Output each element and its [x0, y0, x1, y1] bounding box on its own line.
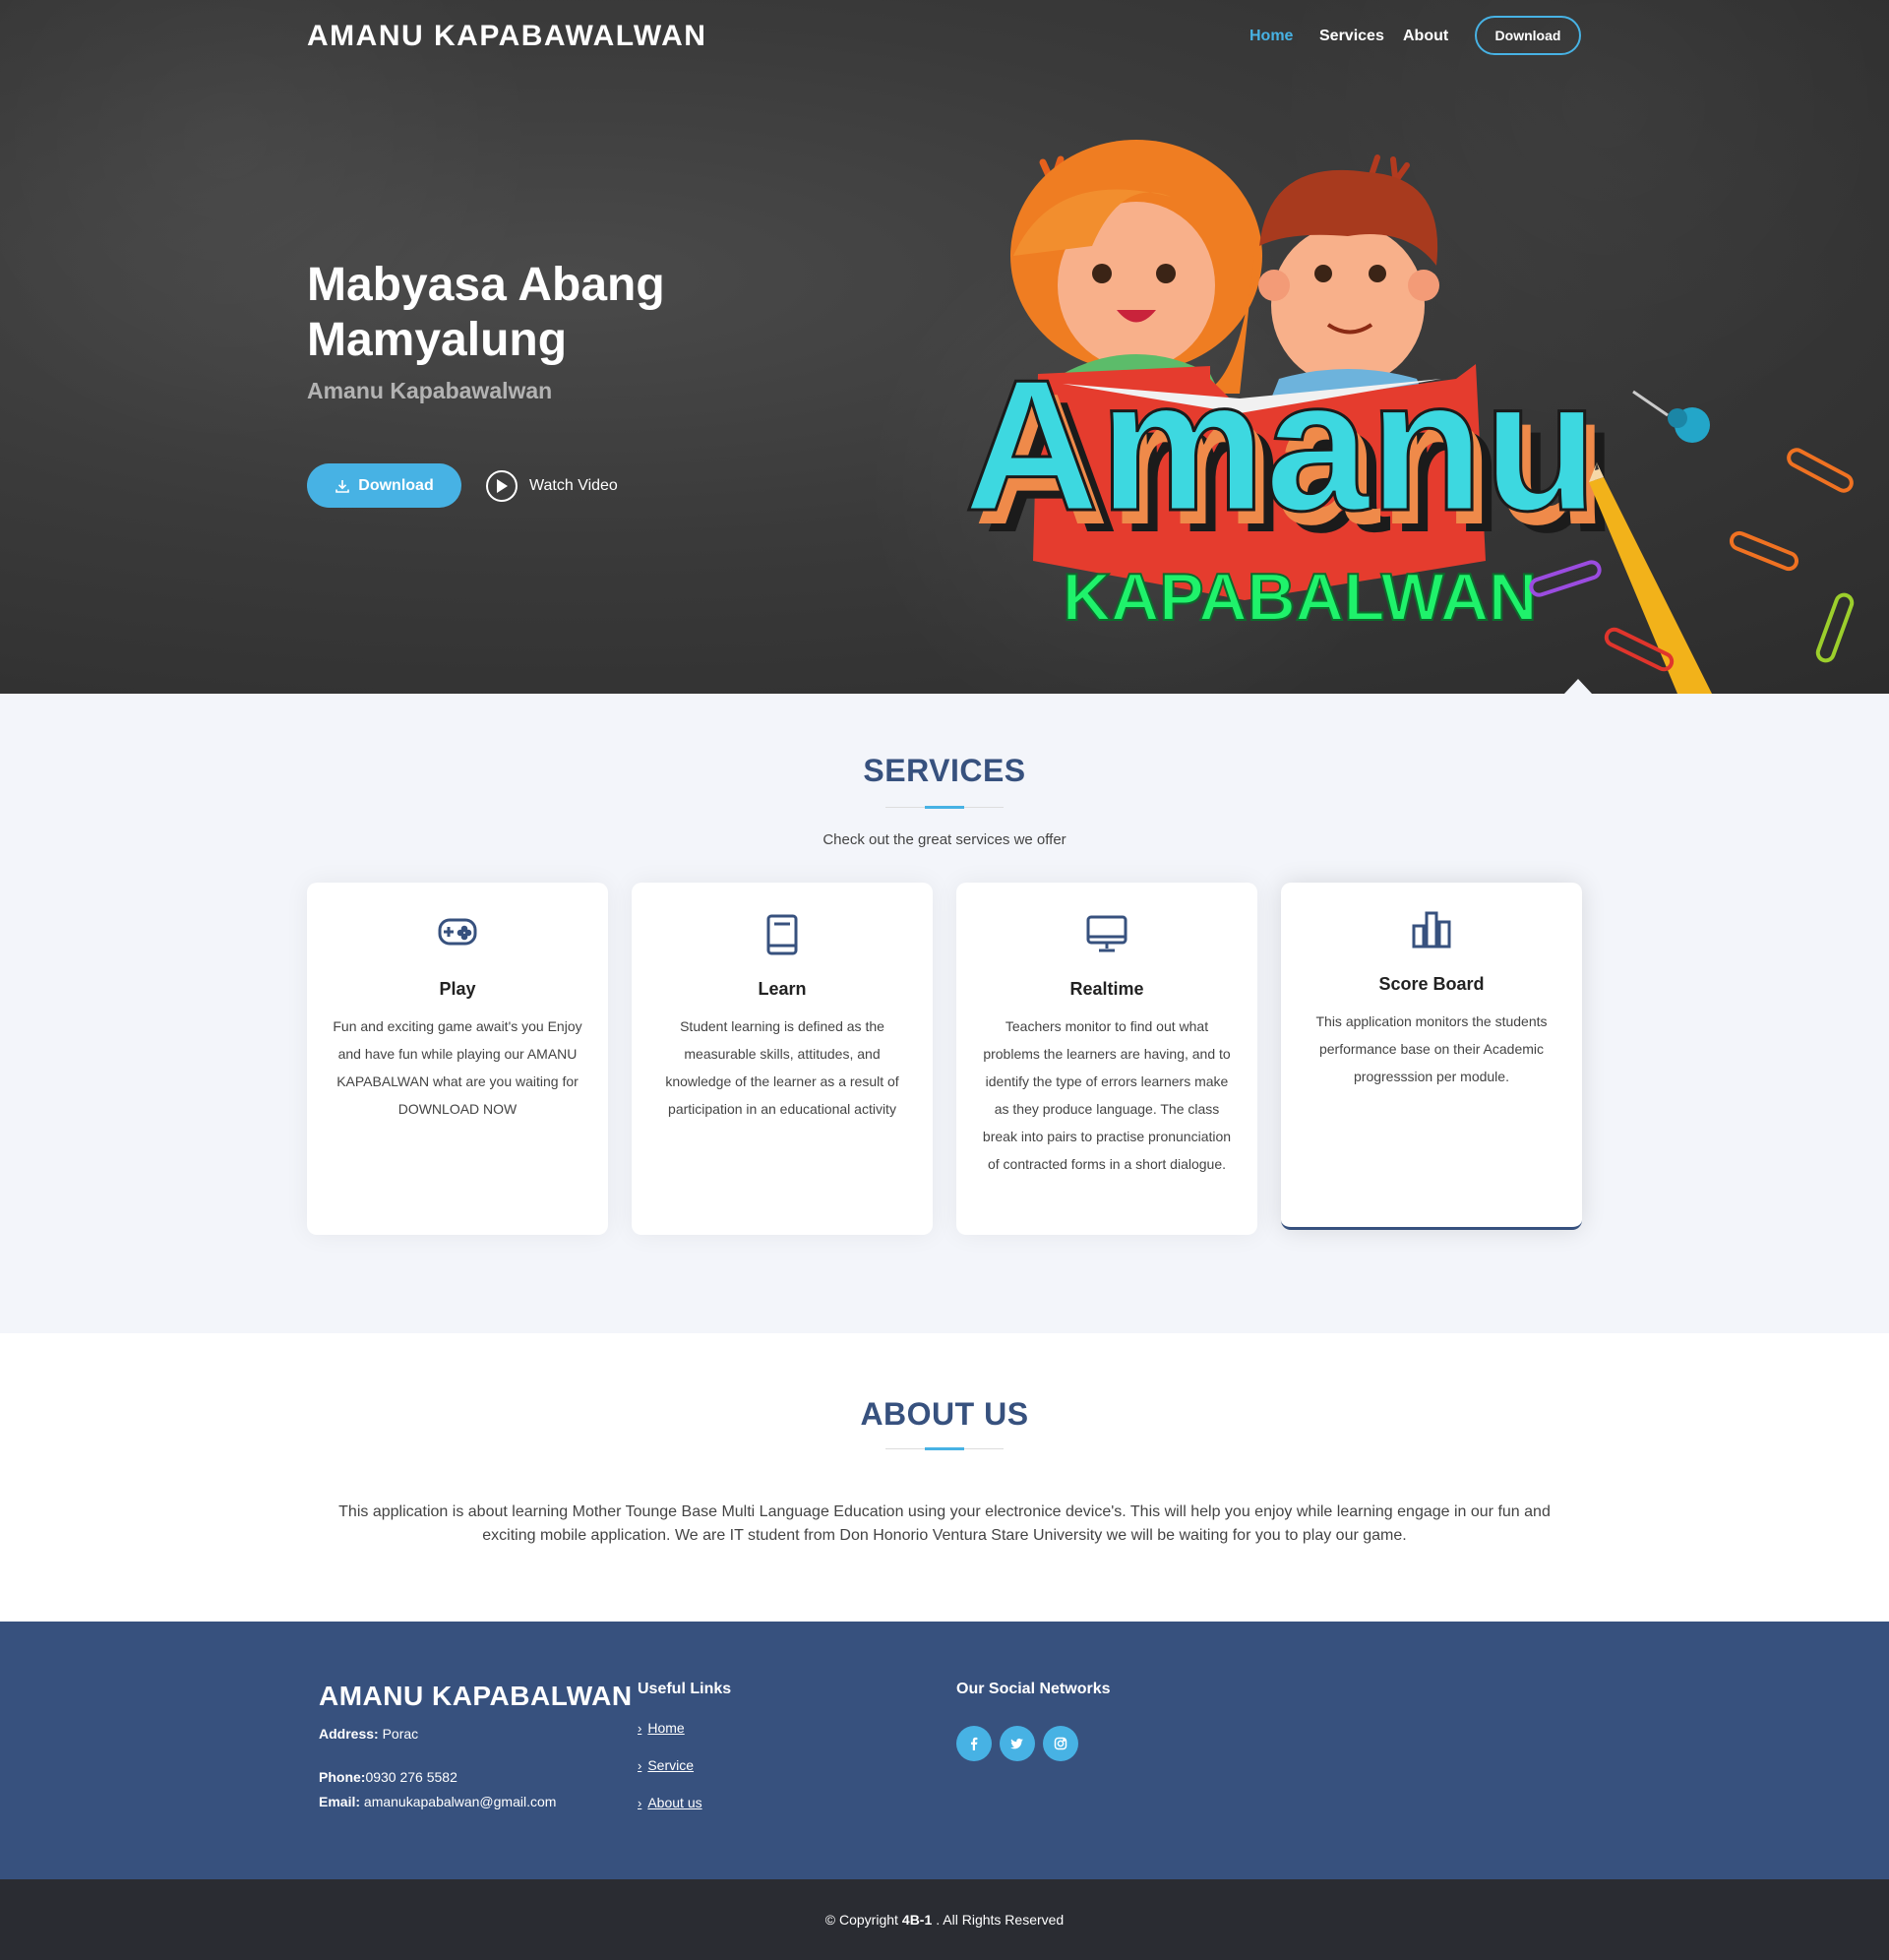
hero-download-button[interactable]: Download	[307, 463, 461, 508]
footer-email: Email: amanukapabalwan@gmail.com	[319, 1794, 556, 1809]
about-text: This application is about learning Mothe…	[338, 1503, 1551, 1544]
footer-address-value: Porac	[382, 1726, 419, 1742]
service-card-text: Fun and exciting game await's you Enjoy …	[333, 1018, 582, 1117]
watch-video-button[interactable]: Watch Video	[486, 469, 618, 503]
watch-video-label: Watch Video	[529, 477, 618, 494]
service-card-title: Realtime	[1069, 979, 1144, 999]
footer-email-label: Email:	[319, 1794, 361, 1809]
footer-link-label: Service	[647, 1757, 695, 1773]
hero-notch	[1564, 679, 1592, 694]
logo-sub-text: KAPABALWAN	[1063, 560, 1537, 635]
facebook-button[interactable]	[956, 1726, 992, 1761]
pencil-illustration	[1589, 462, 1712, 694]
chevron-right-icon: ›	[638, 1757, 642, 1773]
footer: AMANU KAPABALWAN Address: Porac Phone:09…	[0, 1622, 1889, 1879]
gamepad-icon	[438, 918, 477, 946]
nav-services-link[interactable]: Services	[1319, 28, 1384, 45]
paperclip-icon	[1815, 592, 1855, 663]
service-card-text: This application monitors the students p…	[1315, 1013, 1548, 1084]
footer-link-about[interactable]: › About us	[638, 1795, 702, 1810]
logo-main-text: Amanu	[964, 341, 1598, 550]
monitor-icon	[1086, 915, 1127, 952]
useful-links-heading: Useful Links	[638, 1681, 732, 1697]
hero-download-label: Download	[358, 476, 434, 494]
copyright-prefix: © Copyright	[824, 1912, 898, 1928]
services-description: Check out the great services we offer	[823, 831, 1066, 848]
service-card-score-board[interactable]: Score Board This application monitors th…	[1281, 883, 1582, 1230]
service-card-realtime[interactable]: Realtime Teachers monitor to find out wh…	[956, 883, 1257, 1235]
footer-phone-label: Phone:	[319, 1769, 366, 1785]
hero-subtitle: Amanu Kapabawalwan	[307, 378, 553, 403]
download-icon	[335, 479, 350, 493]
about-section: ABOUT US This application is about learn…	[0, 1333, 1889, 1622]
about-title-underline	[885, 1447, 1004, 1450]
footer-phone: Phone:0930 276 5582	[319, 1769, 457, 1785]
footer-brand: AMANU KAPABALWAN	[319, 1681, 633, 1711]
service-card-text: Teachers monitor to find out what proble…	[982, 1018, 1232, 1172]
play-icon	[486, 470, 518, 502]
twitter-button[interactable]	[1000, 1726, 1035, 1761]
service-card-title: Learn	[758, 979, 807, 999]
footer-link-label: About us	[647, 1795, 702, 1810]
service-card-text: Student learning is defined as the measu…	[665, 1018, 899, 1117]
service-card-play[interactable]: Play Fun and exciting game await's you E…	[307, 883, 608, 1235]
pushpin-illustration	[1632, 390, 1710, 443]
instagram-icon	[1054, 1737, 1067, 1750]
paperclip-icon	[1729, 530, 1799, 572]
footer-link-label: Home	[647, 1720, 685, 1736]
facebook-icon	[971, 1737, 978, 1750]
paperclip-icon	[1787, 448, 1854, 493]
twitter-icon	[1010, 1738, 1023, 1749]
social-heading: Our Social Networks	[956, 1681, 1111, 1697]
services-title-underline	[885, 806, 1004, 809]
services-title: SERVICES	[863, 753, 1026, 788]
nav-download-button[interactable]: Download	[1475, 16, 1581, 55]
service-card-learn[interactable]: Learn Student learning is defined as the…	[632, 883, 933, 1235]
service-card-title: Score Board	[1378, 974, 1485, 994]
instagram-button[interactable]	[1043, 1726, 1078, 1761]
footer-phone-value: 0930 276 5582	[365, 1769, 457, 1785]
copyright-bar: © Copyright 4B-1 . All Rights Reserved	[0, 1879, 1889, 1960]
navbar: AMANU KAPABAWALWAN Home Services About D…	[0, 0, 1889, 73]
chevron-right-icon: ›	[638, 1720, 642, 1736]
about-title: ABOUT US	[860, 1396, 1029, 1432]
copyright-suffix: . All Rights Reserved	[936, 1912, 1065, 1928]
footer-address-label: Address:	[319, 1726, 379, 1742]
book-icon	[766, 914, 798, 955]
footer-address: Address: Porac	[319, 1726, 418, 1742]
footer-link-home[interactable]: › Home	[638, 1720, 685, 1736]
nav-menu: Home Services About Download	[0, 16, 1889, 57]
bar-chart-icon	[1412, 911, 1451, 949]
nav-home-link[interactable]: Home	[1249, 28, 1293, 45]
hero-illustration: Amanu Amanu Amanu KAPABALWAN	[963, 140, 1855, 694]
footer-email-value[interactable]: amanukapabalwan@gmail.com	[364, 1794, 557, 1809]
nav-about-link[interactable]: About	[1403, 28, 1448, 45]
hero-title: Mabyasa Abang Mamyalung	[307, 259, 665, 366]
footer-link-service[interactable]: › Service	[638, 1757, 694, 1773]
copyright-owner: 4B-1	[901, 1912, 933, 1928]
service-card-title: Play	[439, 979, 476, 999]
hero-section: AMANU KAPABAWALWAN Home Services About D…	[0, 0, 1889, 694]
services-section: SERVICES Check out the great services we…	[0, 694, 1889, 1333]
chevron-right-icon: ›	[638, 1795, 642, 1810]
